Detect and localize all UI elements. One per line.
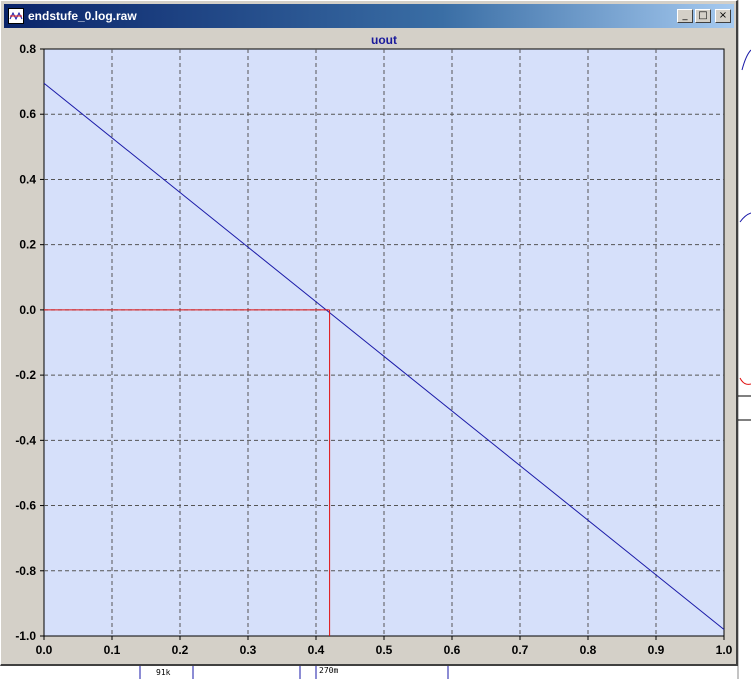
waveform-app-icon[interactable] — [8, 8, 24, 24]
x-tick-label: 0.2 — [172, 643, 189, 657]
x-tick-label: 0.8 — [580, 643, 597, 657]
maximize-icon: □ — [698, 10, 708, 21]
window-titlebar[interactable]: endstufe_0.log.raw _ □ × — [4, 4, 734, 28]
y-tick-label: -0.2 — [15, 368, 36, 382]
close-icon: × — [718, 10, 728, 21]
background-label: 270m — [319, 666, 339, 675]
y-tick-label: 0.0 — [19, 303, 36, 317]
y-tick-label: -0.8 — [15, 564, 36, 578]
x-tick-label: 0.4 — [308, 643, 325, 657]
x-tick-label: 0.7 — [512, 643, 529, 657]
chart-title: uout — [371, 33, 397, 47]
minimize-icon: _ — [682, 10, 688, 21]
y-tick-label: -0.6 — [15, 499, 36, 513]
x-tick-label: 0.5 — [376, 643, 393, 657]
background-label: 91k — [156, 668, 171, 677]
x-tick-label: 0.3 — [240, 643, 257, 657]
y-tick-label: -0.4 — [15, 433, 36, 447]
minimize-button[interactable]: _ — [677, 9, 693, 23]
x-tick-label: 0.0 — [36, 643, 53, 657]
y-tick-label: 0.8 — [19, 42, 36, 56]
plot-window[interactable]: endstufe_0.log.raw _ □ × 0.0 0.1 0.2 0.3 0.4… — [0, 0, 738, 666]
line-chart[interactable]: 0.0 0.1 0.2 0.3 0.4 0.5 0.6 0.7 0.8 0.9 1.0 0.8 0.6 0… — [4, 31, 734, 662]
plot-pane[interactable]: 0.0 0.1 0.2 0.3 0.4 0.5 0.6 0.7 0.8 0.9 1.0 0.8 0.6 0… — [4, 31, 734, 662]
x-tick-label: 0.9 — [648, 643, 665, 657]
y-tick-label: 0.6 — [19, 107, 36, 121]
y-tick-label: 0.4 — [19, 172, 36, 186]
close-button[interactable]: × — [715, 9, 731, 23]
x-tick-label: 0.1 — [104, 643, 121, 657]
window-title: endstufe_0.log.raw — [28, 9, 137, 23]
maximize-button[interactable]: □ — [695, 9, 711, 23]
x-tick-label: 0.6 — [444, 643, 461, 657]
x-tick-label: 1.0 — [716, 643, 733, 657]
y-tick-label: 0.2 — [19, 238, 36, 252]
y-tick-label: -1.0 — [15, 629, 36, 643]
